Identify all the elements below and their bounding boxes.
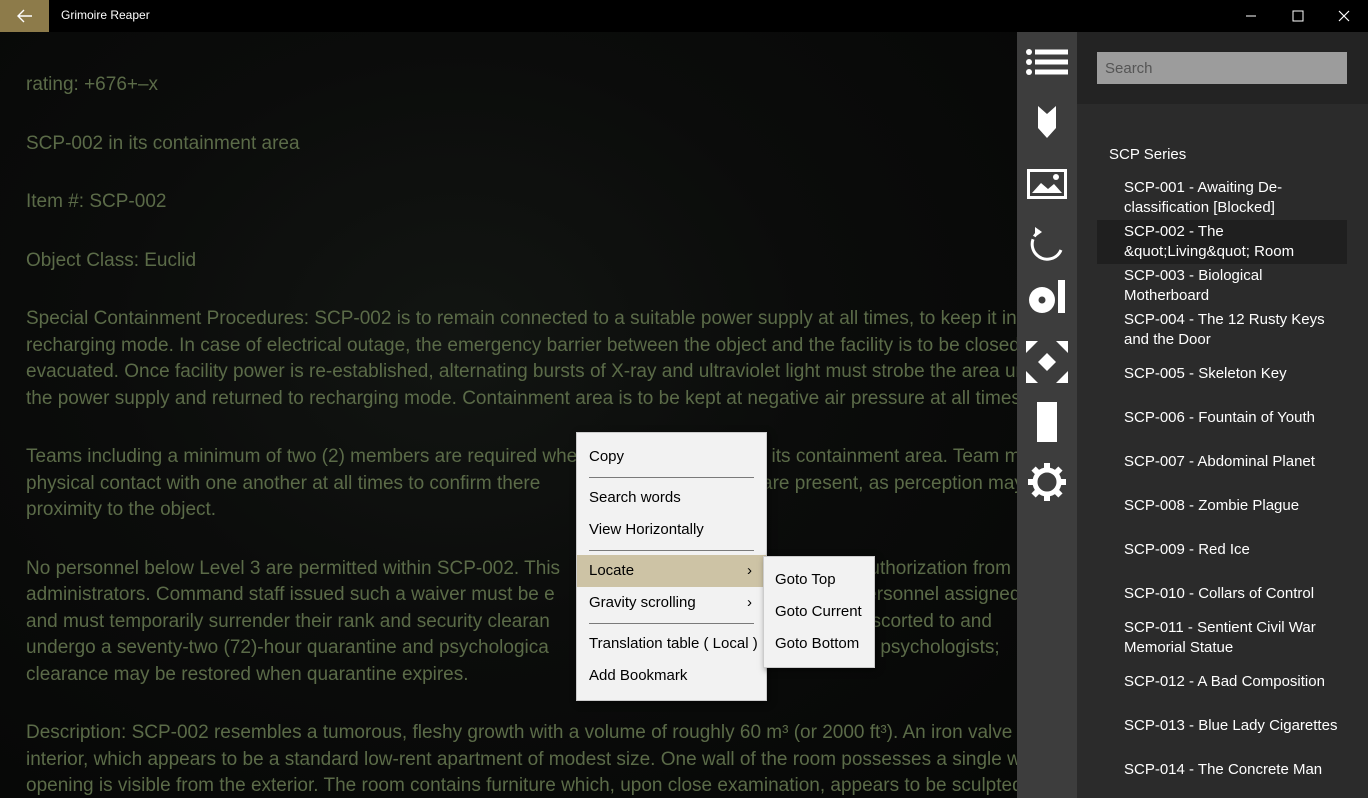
close-icon xyxy=(1338,10,1350,22)
series-item-scp-003[interactable]: SCP-003 - Biological Motherboard xyxy=(1097,266,1347,306)
submenu-item-goto-top[interactable]: Goto Top xyxy=(764,564,874,596)
menu-item-gravity-scrolling-label: Gravity scrolling xyxy=(589,594,696,611)
series-item-scp-004[interactable]: SCP-004 - The 12 Rusty Keys and the Door xyxy=(1097,310,1347,350)
series-item-scp-009[interactable]: SCP-009 - Red Ice xyxy=(1097,540,1347,560)
rating-text: rating: +676+–x xyxy=(26,74,159,95)
image-icon xyxy=(1027,169,1067,199)
series-item-scp-013[interactable]: SCP-013 - Blue Lady Cigarettes xyxy=(1097,716,1347,736)
menu-separator xyxy=(589,623,754,624)
bookmark-icon xyxy=(1038,106,1056,138)
menu-item-locate-label: Locate xyxy=(589,562,635,579)
menu-item-search-words[interactable]: Search words xyxy=(577,482,766,514)
page-icon xyxy=(1037,402,1057,442)
menu-separator xyxy=(589,477,754,478)
bookmark-button[interactable] xyxy=(1017,92,1077,152)
article-body: rating: +676+–x SCP-002 in its containme… xyxy=(26,72,1017,798)
list-icon xyxy=(1026,49,1068,75)
series-item-scp-002[interactable]: SCP-002 - The &quot;Living&quot; Room xyxy=(1097,220,1347,264)
series-item-scp-014[interactable]: SCP-014 - The Concrete Man xyxy=(1097,760,1347,780)
series-item-scp-010[interactable]: SCP-010 - Collars of Control xyxy=(1097,584,1347,604)
image-button[interactable] xyxy=(1017,154,1077,214)
series-item-scp-001[interactable]: SCP-001 - Awaiting De- classification [B… xyxy=(1097,178,1347,218)
menu-item-locate[interactable]: Locate › xyxy=(577,555,766,587)
minimize-button[interactable] xyxy=(1228,0,1274,32)
fullscreen-button[interactable] xyxy=(1017,332,1077,392)
context-menu: Copy Search words View Horizontally Loca… xyxy=(576,432,767,701)
team-requirements: Teams including a minimum of two (2) mem… xyxy=(26,446,1017,520)
back-arrow-icon xyxy=(16,9,32,23)
description: Description: SCP-002 resembles a tumorou… xyxy=(26,722,1017,796)
reader-pane[interactable]: rating: +676+–x SCP-002 in its containme… xyxy=(0,32,1017,798)
back-button[interactable] xyxy=(0,0,49,32)
series-item-scp-011[interactable]: SCP-011 - Sentient Civil War Memorial St… xyxy=(1097,618,1347,658)
refresh-button[interactable] xyxy=(1017,214,1077,274)
reading-mode-icon xyxy=(1029,280,1065,313)
menu-item-add-bookmark[interactable]: Add Bookmark xyxy=(577,660,766,692)
settings-button[interactable] xyxy=(1017,452,1077,512)
chevron-right-icon: › xyxy=(747,594,752,611)
object-class: Object Class: Euclid xyxy=(26,249,197,271)
series-item-scp-008[interactable]: SCP-008 - Zombie Plague xyxy=(1097,496,1347,516)
search-input[interactable] xyxy=(1097,52,1347,84)
gear-icon xyxy=(1028,463,1066,501)
locate-submenu: Goto Top Goto Current Goto Bottom xyxy=(763,556,875,668)
item-number: Item #: SCP-002 xyxy=(26,191,167,212)
series-panel: SCP Series SCP-001 - Awaiting De- classi… xyxy=(1077,32,1368,798)
maximize-icon xyxy=(1292,10,1304,22)
close-button[interactable] xyxy=(1321,0,1367,32)
menu-item-view-horizontally[interactable]: View Horizontally xyxy=(577,514,766,546)
minimize-icon xyxy=(1246,15,1256,17)
submenu-item-goto-current[interactable]: Goto Current xyxy=(764,596,874,628)
image-caption: SCP-002 in its containment area xyxy=(26,132,300,154)
menu-item-gravity-scrolling[interactable]: Gravity scrolling › xyxy=(577,587,766,619)
series-item-scp-007[interactable]: SCP-007 - Abdominal Planet xyxy=(1097,452,1347,472)
containment-procedures: Special Containment Procedures: SCP-002 … xyxy=(26,308,1017,409)
refresh-icon xyxy=(1030,227,1063,261)
title-bar: Grimoire Reaper xyxy=(0,0,1368,32)
menu-separator xyxy=(589,550,754,551)
menu-item-copy[interactable]: Copy xyxy=(577,441,766,473)
series-item-scp-006[interactable]: SCP-006 - Fountain of Youth xyxy=(1097,408,1347,428)
toolbar xyxy=(1017,32,1077,798)
search-area xyxy=(1077,32,1368,104)
reading-mode-button[interactable] xyxy=(1017,268,1077,328)
series-item-scp-012[interactable]: SCP-012 - A Bad Composition xyxy=(1097,672,1347,692)
page-button[interactable] xyxy=(1017,392,1077,452)
series-title: SCP Series xyxy=(1109,146,1187,163)
menu-item-translation-table[interactable]: Translation table ( Local ) xyxy=(577,628,766,660)
maximize-button[interactable] xyxy=(1275,0,1321,32)
submenu-item-goto-bottom[interactable]: Goto Bottom xyxy=(764,628,874,660)
toc-button[interactable] xyxy=(1017,32,1077,92)
fullscreen-icon xyxy=(1026,341,1068,383)
series-item-scp-005[interactable]: SCP-005 - Skeleton Key xyxy=(1097,364,1347,384)
app-title: Grimoire Reaper xyxy=(61,8,150,22)
chevron-right-icon: › xyxy=(747,562,752,579)
